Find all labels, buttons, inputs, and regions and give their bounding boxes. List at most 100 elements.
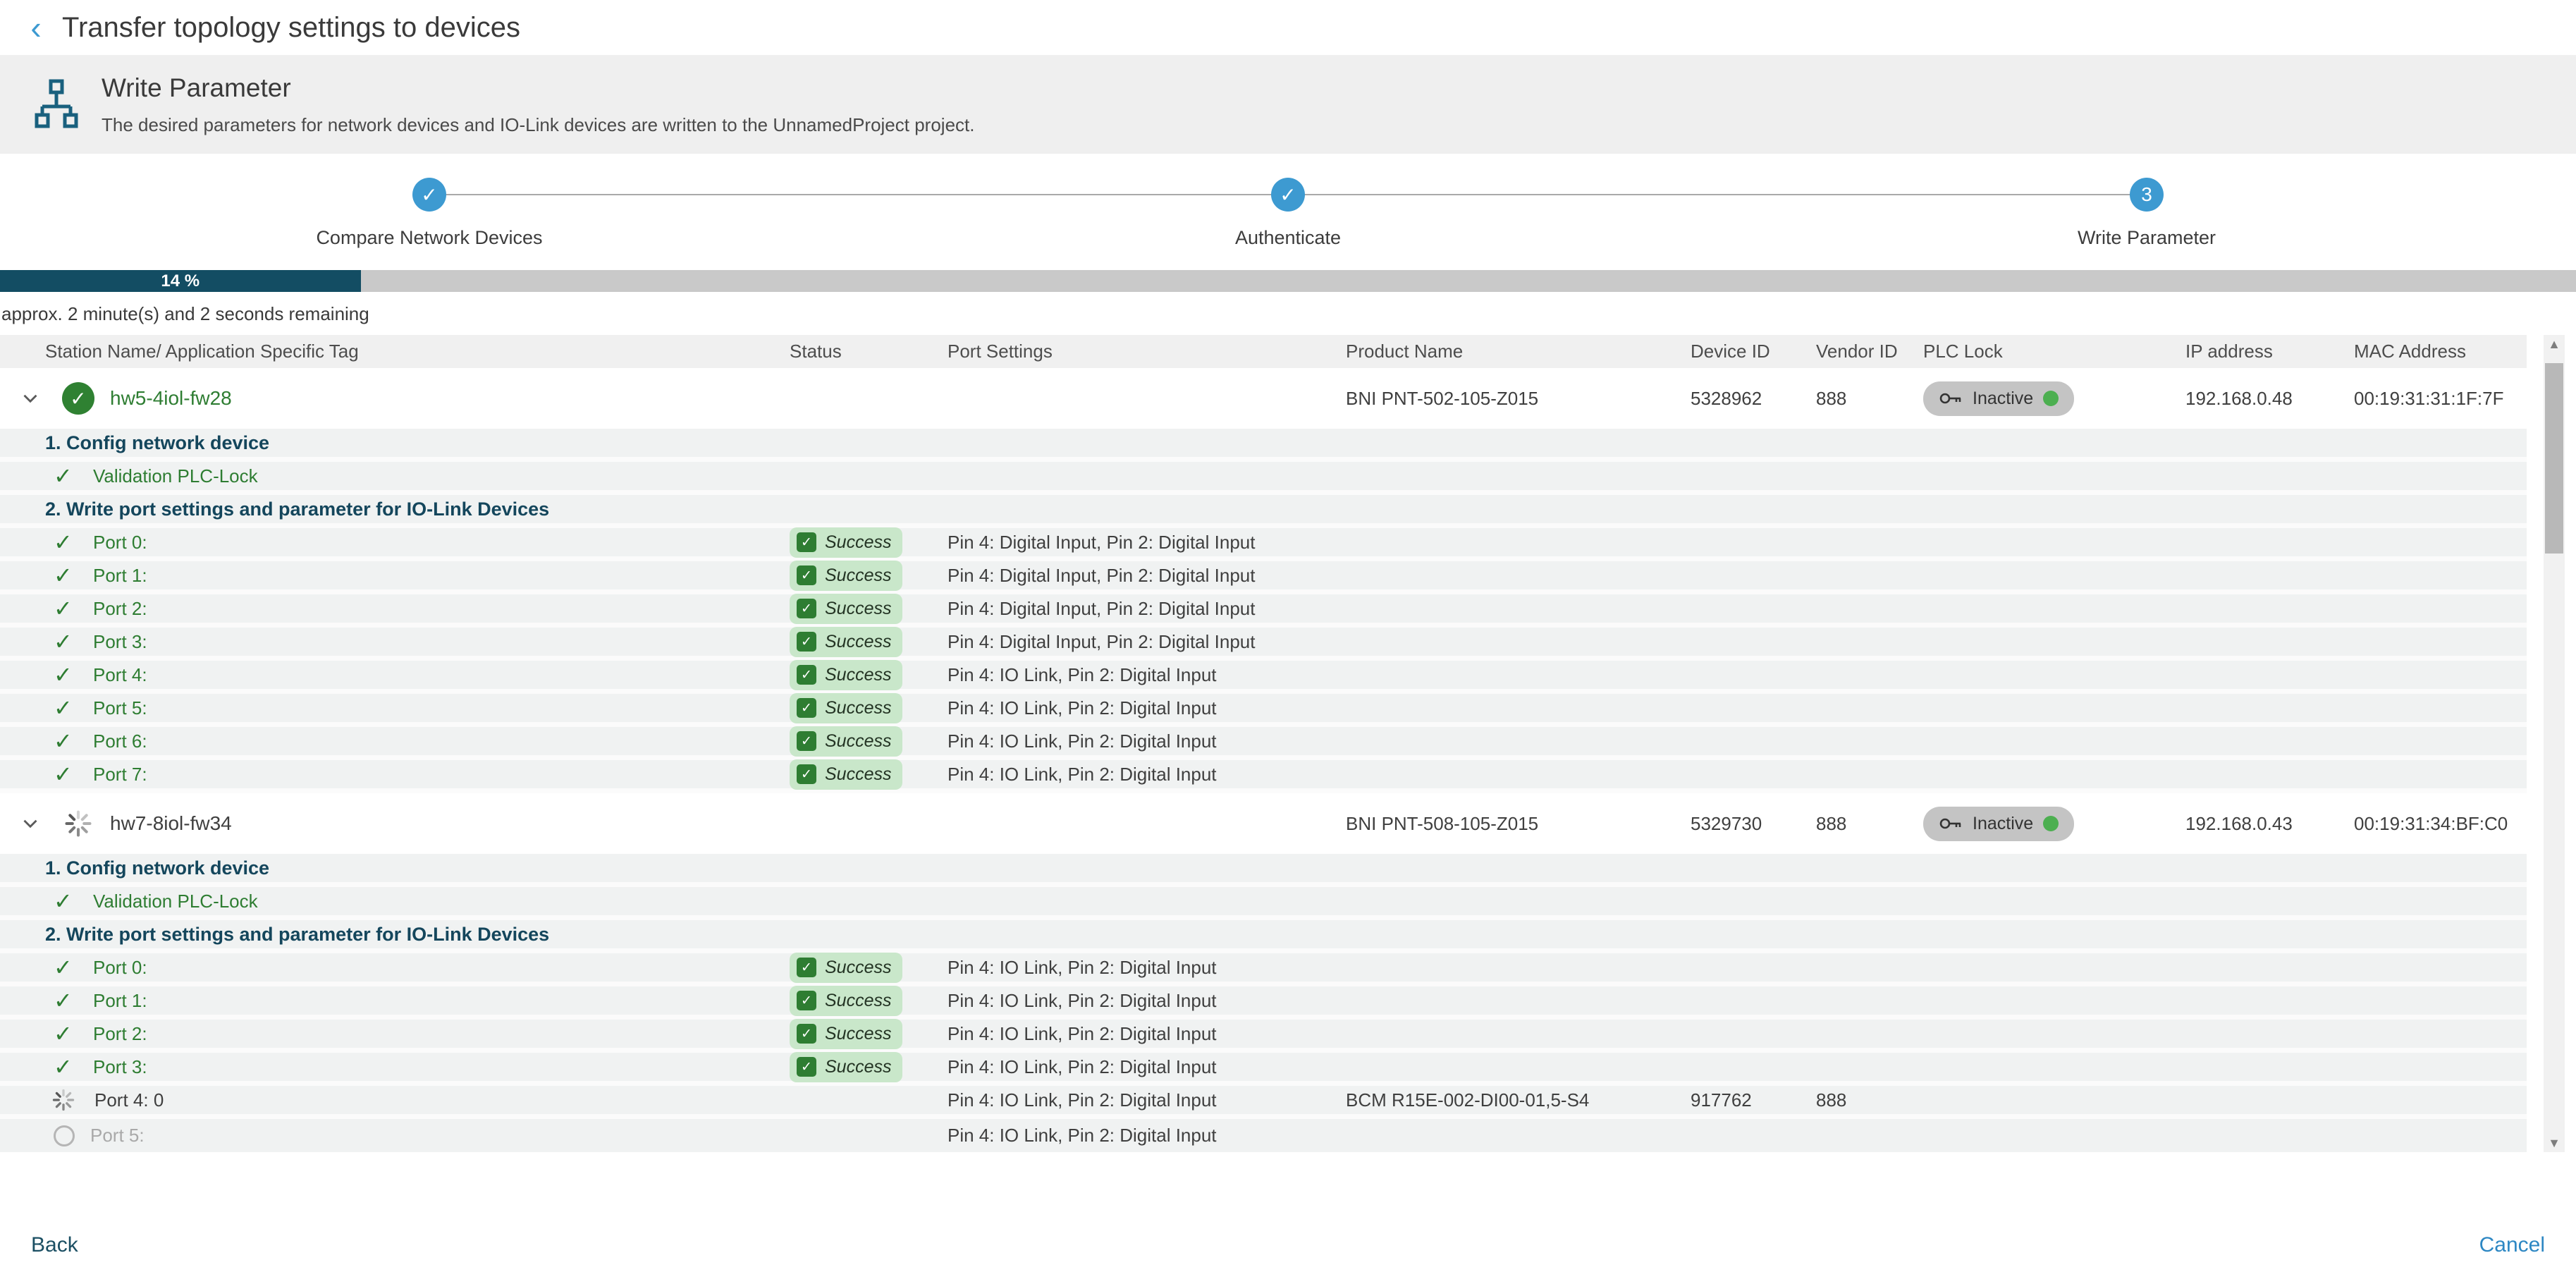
step-label: Compare Network Devices: [316, 227, 542, 249]
port-status-cell: ✓Success: [781, 693, 939, 723]
device-name[interactable]: hw5-4iol-fw28: [110, 387, 232, 410]
checkbox-check-icon: ✓: [797, 731, 816, 751]
check-icon: ✓: [54, 661, 78, 688]
port-label: Port 0:: [93, 957, 147, 979]
device-mac-address: 00:19:31:31:1F:7F: [2345, 388, 2527, 410]
validation-cell: ✓Validation PLC-Lock: [0, 463, 781, 489]
column-header-plc-lock: PLC Lock: [1915, 341, 2177, 362]
checkbox-check-icon: ✓: [797, 565, 816, 585]
port-settings-cell: Pin 4: Digital Input, Pin 2: Digital Inp…: [939, 565, 1337, 587]
step-label: Authenticate: [1235, 227, 1341, 249]
stepper-step-write-parameter[interactable]: 3 Write Parameter: [1717, 154, 2576, 270]
check-icon: ✓: [54, 761, 78, 788]
section-row: 2. Write port settings and parameter for…: [0, 495, 2527, 528]
status-success-badge: ✓Success: [790, 527, 902, 558]
validation-row: ✓Validation PLC-Lock: [0, 462, 2527, 495]
port-row[interactable]: ✓Port 5:✓Success Pin 4: IO Link, Pin 2: D…: [0, 694, 2527, 727]
port-row[interactable]: ✓Port 2:✓SuccessPin 4: IO Link, Pin 2: D…: [0, 1020, 2527, 1053]
plc-lock-badge[interactable]: Inactive: [1923, 381, 2074, 416]
port-label-cell: ✓Port 1:: [0, 987, 781, 1014]
port-label-cell: ✓ Port 2:: [0, 595, 781, 622]
plc-lock-green-dot: [2043, 391, 2059, 406]
port-settings-cell: Pin 4: IO Link, Pin 2: Digital Input: [939, 1125, 1337, 1147]
port-row[interactable]: ✓Port 6: ✓ Success Pin 4: IO Link, Pin 2: D…: [0, 727, 2527, 760]
port-label: Port 7:: [93, 764, 147, 785]
port-status-cell: ✓Success: [781, 561, 939, 591]
status-success-badge: ✓Success: [790, 953, 902, 983]
device-station-cell: hw7-8iol-fw34: [0, 808, 781, 839]
back-button[interactable]: Back: [31, 1233, 78, 1257]
device-id-value: 5329730: [1682, 813, 1808, 835]
step-done-check-icon: ✓: [1271, 178, 1305, 212]
scroll-down-icon[interactable]: ▼: [2548, 1134, 2560, 1152]
column-header-ip-address: IP address: [2177, 341, 2345, 362]
device-product-name: BNI PNT-508-105-Z015: [1337, 813, 1682, 835]
plc-lock-state-label: Inactive: [1973, 389, 2033, 409]
check-icon: ✓: [54, 1053, 78, 1080]
chevron-down-icon[interactable]: [18, 386, 42, 410]
port-row[interactable]: ✓Port 0:✓SuccessPin 4: IO Link, Pin 2: D…: [0, 953, 2527, 986]
back-chevron-icon[interactable]: ‹: [20, 11, 52, 44]
column-header-mac-address: MAC Address: [2345, 341, 2527, 362]
device-name[interactable]: hw7-8iol-fw34: [110, 812, 232, 835]
checkbox-check-icon: ✓: [797, 764, 816, 784]
port-row[interactable]: ✓Port 1:✓SuccessPin 4: IO Link, Pin 2: D…: [0, 986, 2527, 1020]
checkbox-check-icon: ✓: [797, 599, 816, 618]
check-icon: ✓: [54, 529, 78, 556]
checkbox-check-icon: ✓: [797, 958, 816, 977]
stepper-step-authenticate[interactable]: ✓ Authenticate: [859, 154, 1717, 270]
port-status-cell: ✓Success: [781, 1052, 939, 1082]
plc-lock-badge[interactable]: Inactive: [1923, 807, 2074, 841]
port-settings-value: Pin 4: IO Link, Pin 2: Digital Input: [947, 697, 1217, 719]
port-label-cell: ✓Port 5:: [0, 695, 781, 721]
vertical-scrollbar[interactable]: ▲ ▼: [2544, 335, 2565, 1152]
stepper-step-compare-network-devices[interactable]: ✓ Compare Network Devices: [0, 154, 859, 270]
port-label: Port 2:: [93, 598, 147, 620]
port-row[interactable]: ✓ Port 7: ✓Success Pin 4: IO Link, Pin 2: D…: [0, 760, 2527, 793]
cancel-button[interactable]: Cancel: [2479, 1233, 2545, 1257]
status-success-badge: ✓Success: [790, 759, 902, 790]
device-mac-address: 00:19:31:34:BF:C0: [2345, 813, 2527, 835]
status-success-label: Success: [825, 731, 891, 752]
port-settings-value: Pin 4: IO Link, Pin 2: Digital Input: [947, 1089, 1217, 1111]
port-label-cell: ✓Port 6:: [0, 728, 781, 754]
device-row[interactable]: hw7-8iol-fw34 BNI PNT-508-105-Z0155329730…: [0, 793, 2527, 854]
port-row[interactable]: ✓Port 4:✓SuccessPin 4: IO Link, Pin 2: D…: [0, 661, 2527, 694]
port-settings-value: Pin 4: IO Link, Pin 2: Digital Input: [947, 1125, 1217, 1146]
scrollbar-thumb[interactable]: [2545, 363, 2563, 554]
spinner-icon: [51, 1087, 79, 1113]
scroll-up-icon[interactable]: ▲: [2548, 335, 2560, 353]
port-row[interactable]: ✓Port 3:✓SuccessPin 4: Digital Input, Pi…: [0, 628, 2527, 661]
section-label: 2. Write port settings and parameter for…: [0, 499, 2527, 520]
port-settings-cell: Pin 4: IO Link, Pin 2: Digital Input: [939, 957, 1337, 979]
port-settings-value: Pin 4: Digital Input, Pin 2: Digital Inp…: [947, 565, 1255, 586]
chevron-down-icon[interactable]: [18, 812, 42, 836]
status-success-badge: ✓ Success: [790, 594, 902, 624]
port-row[interactable]: ✓Port 1:✓SuccessPin 4: Digital Input, Pi…: [0, 561, 2527, 594]
check-icon: ✓: [54, 595, 78, 622]
step-section-title: Write Parameter: [102, 73, 974, 103]
checkbox-check-icon: ✓: [797, 1057, 816, 1077]
key-icon: [1939, 816, 1963, 831]
port-settings-value: Pin 4: IO Link, Pin 2: Digital Input: [947, 764, 1217, 785]
port-row[interactable]: ✓Port 2:✓SuccessPin 4: Digital Input, Pi…: [0, 594, 2527, 628]
port-status-cell: ✓ Success: [781, 594, 939, 624]
section-row: 2. Write port settings and parameter for…: [0, 920, 2527, 953]
port-settings-value: Pin 4: Digital Input, Pin 2: Digital Inp…: [947, 631, 1255, 652]
port-status-cell: ✓Success: [781, 759, 939, 790]
device-ip-address: 192.168.0.48: [2177, 388, 2345, 410]
step-label: Write Parameter: [2078, 227, 2216, 249]
port-status-cell: ✓ Success: [781, 726, 939, 757]
device-row[interactable]: ✓hw5-4iol-fw28BNI PNT-502-105-Z015532896…: [0, 368, 2527, 429]
port-row[interactable]: Port 4: 0 Pin 4: IO Link, Pin 2: Digital …: [0, 1086, 2527, 1119]
port-label-cell: Port 4: 0: [0, 1087, 781, 1113]
status-success-label: Success: [825, 599, 891, 619]
progress-bar-track: 14 %: [0, 270, 2576, 292]
port-settings-cell: Pin 4: IO Link, Pin 2: Digital Input: [939, 990, 1337, 1012]
port-label-cell: ✓Port 0:: [0, 954, 781, 981]
port-settings-value: Pin 4: IO Link, Pin 2: Digital Input: [947, 730, 1217, 752]
port-row[interactable]: ✓Port 3:✓SuccessPin 4: IO Link, Pin 2: D…: [0, 1053, 2527, 1086]
port-label: Port 5:: [93, 697, 147, 719]
port-row[interactable]: ✓Port 0:✓SuccessPin 4: Digital Input, Pi…: [0, 528, 2527, 561]
port-row[interactable]: Port 5:Pin 4: IO Link, Pin 2: Digital In…: [0, 1119, 2527, 1152]
